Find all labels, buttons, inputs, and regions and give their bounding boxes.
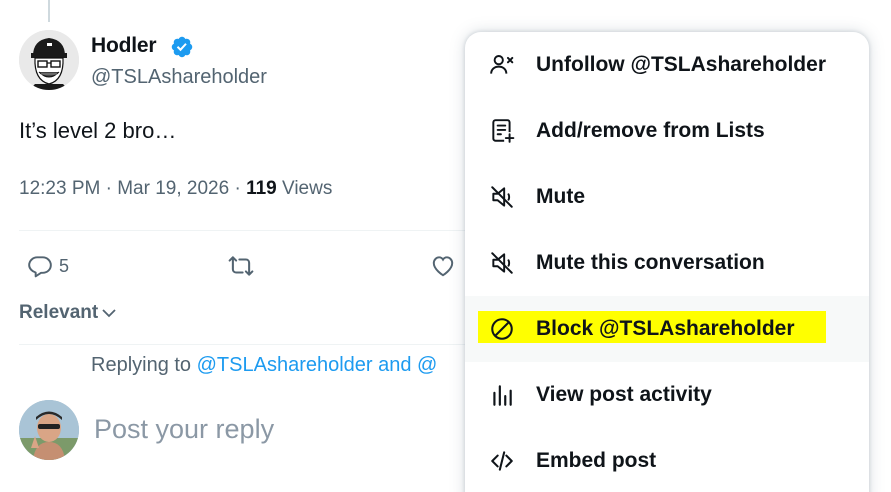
post-meta: 12:23 PM · Mar 19, 2026 · 119 Views [19, 178, 332, 200]
mute-conversation-icon [489, 250, 515, 276]
menu-item-mute[interactable]: Mute [465, 164, 869, 230]
repost-icon [228, 256, 254, 276]
post-options-menu: Unfollow @TSLAshareholder Add/remove fro… [465, 32, 869, 492]
reply-button[interactable]: 5 [27, 253, 69, 279]
author-handle[interactable]: @TSLAshareholder [91, 66, 267, 89]
like-button[interactable] [430, 253, 456, 279]
reply-input[interactable]: Post your reply [94, 414, 274, 445]
replying-to-link[interactable]: @TSLAshareholder and @ [197, 354, 438, 376]
divider [19, 230, 465, 231]
replying-to: Replying to @TSLAshareholder and @ [91, 354, 437, 377]
mute-icon [489, 184, 515, 210]
author-name[interactable]: Hodler [91, 34, 157, 58]
avatar-illustration [19, 30, 79, 90]
thread-connector-line [48, 0, 50, 22]
code-icon [489, 448, 515, 474]
unfollow-icon [489, 52, 515, 78]
verified-badge-icon [171, 36, 193, 58]
menu-item-label: Add/remove from Lists [536, 119, 765, 142]
avatar-photo [19, 400, 79, 460]
menu-item-mute-conversation[interactable]: Mute this conversation [465, 230, 869, 296]
reply-count: 5 [59, 255, 70, 276]
menu-item-embed[interactable]: Embed post [465, 428, 869, 492]
divider [19, 344, 465, 345]
page: Hodler @TSLAshareholder It’s level 2 bro… [0, 0, 891, 492]
heart-icon [432, 256, 454, 277]
menu-item-label: Block @TSLAshareholder [536, 317, 795, 340]
sort-replies-dropdown[interactable]: Relevant [19, 302, 117, 324]
menu-item-block[interactable]: Block @TSLAshareholder [465, 296, 869, 362]
menu-item-label: Mute [536, 185, 585, 208]
views-label: Views [276, 178, 333, 199]
post-timestamp[interactable]: 12:23 PM · Mar 19, 2026 · [19, 178, 246, 199]
repost-button[interactable] [228, 253, 254, 279]
activity-icon [489, 382, 515, 408]
menu-item-label: Unfollow @TSLAshareholder [536, 53, 826, 76]
menu-item-label: View post activity [536, 383, 712, 406]
post-text: It’s level 2 bro… [19, 118, 177, 143]
author-avatar[interactable] [19, 30, 79, 90]
menu-item-unfollow[interactable]: Unfollow @TSLAshareholder [465, 32, 869, 98]
chevron-down-icon [102, 309, 116, 318]
list-add-icon [489, 118, 515, 144]
block-icon [489, 316, 515, 342]
reply-icon [28, 256, 52, 278]
views-count: 119 [246, 178, 277, 199]
sort-label: Relevant [19, 302, 99, 323]
menu-item-label: Embed post [536, 449, 657, 472]
replying-prefix: Replying to [91, 354, 197, 376]
menu-item-lists[interactable]: Add/remove from Lists [465, 98, 869, 164]
user-avatar[interactable] [19, 400, 79, 460]
menu-item-post-activity[interactable]: View post activity [465, 362, 869, 428]
menu-item-label: Mute this conversation [536, 251, 765, 274]
